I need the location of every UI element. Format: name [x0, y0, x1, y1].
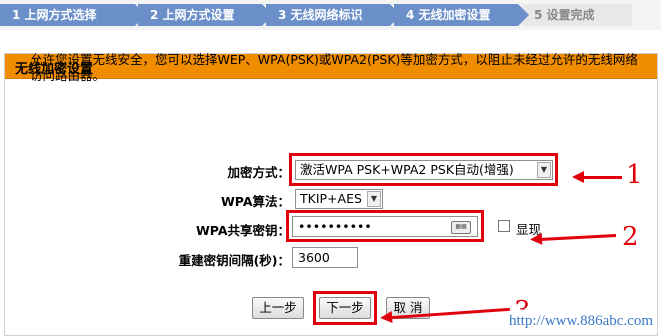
arrow-1-icon	[572, 171, 622, 183]
step-5: 5 设置完成	[522, 4, 632, 26]
rekey-label: 重建密钥间隔(秒)：	[178, 253, 290, 268]
algorithm-value: TKIP+AES	[300, 191, 362, 206]
step-4: 4 无线加密设置	[394, 4, 529, 26]
highlight-box-next	[313, 291, 377, 325]
chevron-down-icon: ▼	[367, 191, 381, 207]
algorithm-select[interactable]: TKIP+AES ▼	[295, 189, 383, 209]
step-2: 2 上网方式设置	[138, 4, 273, 26]
highlight-box-encryption	[289, 153, 558, 186]
marker-1: 1	[626, 160, 643, 190]
show-key-checkbox[interactable]	[498, 220, 510, 232]
encryption-label: 加密方式：	[227, 165, 290, 180]
watermark: http://www.886abc.com	[508, 313, 653, 329]
prev-button[interactable]: 上一步	[252, 297, 304, 319]
wizard-steps: 1 上网方式选择 2 上网方式设置 3 无线网络标识 4 无线加密设置 5 设置…	[0, 0, 661, 30]
marker-2: 2	[622, 222, 639, 252]
rekey-input[interactable]: 3600	[292, 247, 358, 268]
step-3: 3 无线网络标识	[266, 4, 401, 26]
step-1: 1 上网方式选择	[0, 4, 146, 26]
algorithm-label: WPA算法：	[221, 194, 290, 209]
key-label: WPA共享密钥：	[196, 223, 290, 238]
highlight-box-key	[286, 210, 484, 242]
description-text: 允许您设置无线安全，您可以选择WEP、WPA(PSK)或WPA2(PSK)等加密…	[30, 52, 638, 83]
rekey-value: 3600	[298, 250, 330, 265]
